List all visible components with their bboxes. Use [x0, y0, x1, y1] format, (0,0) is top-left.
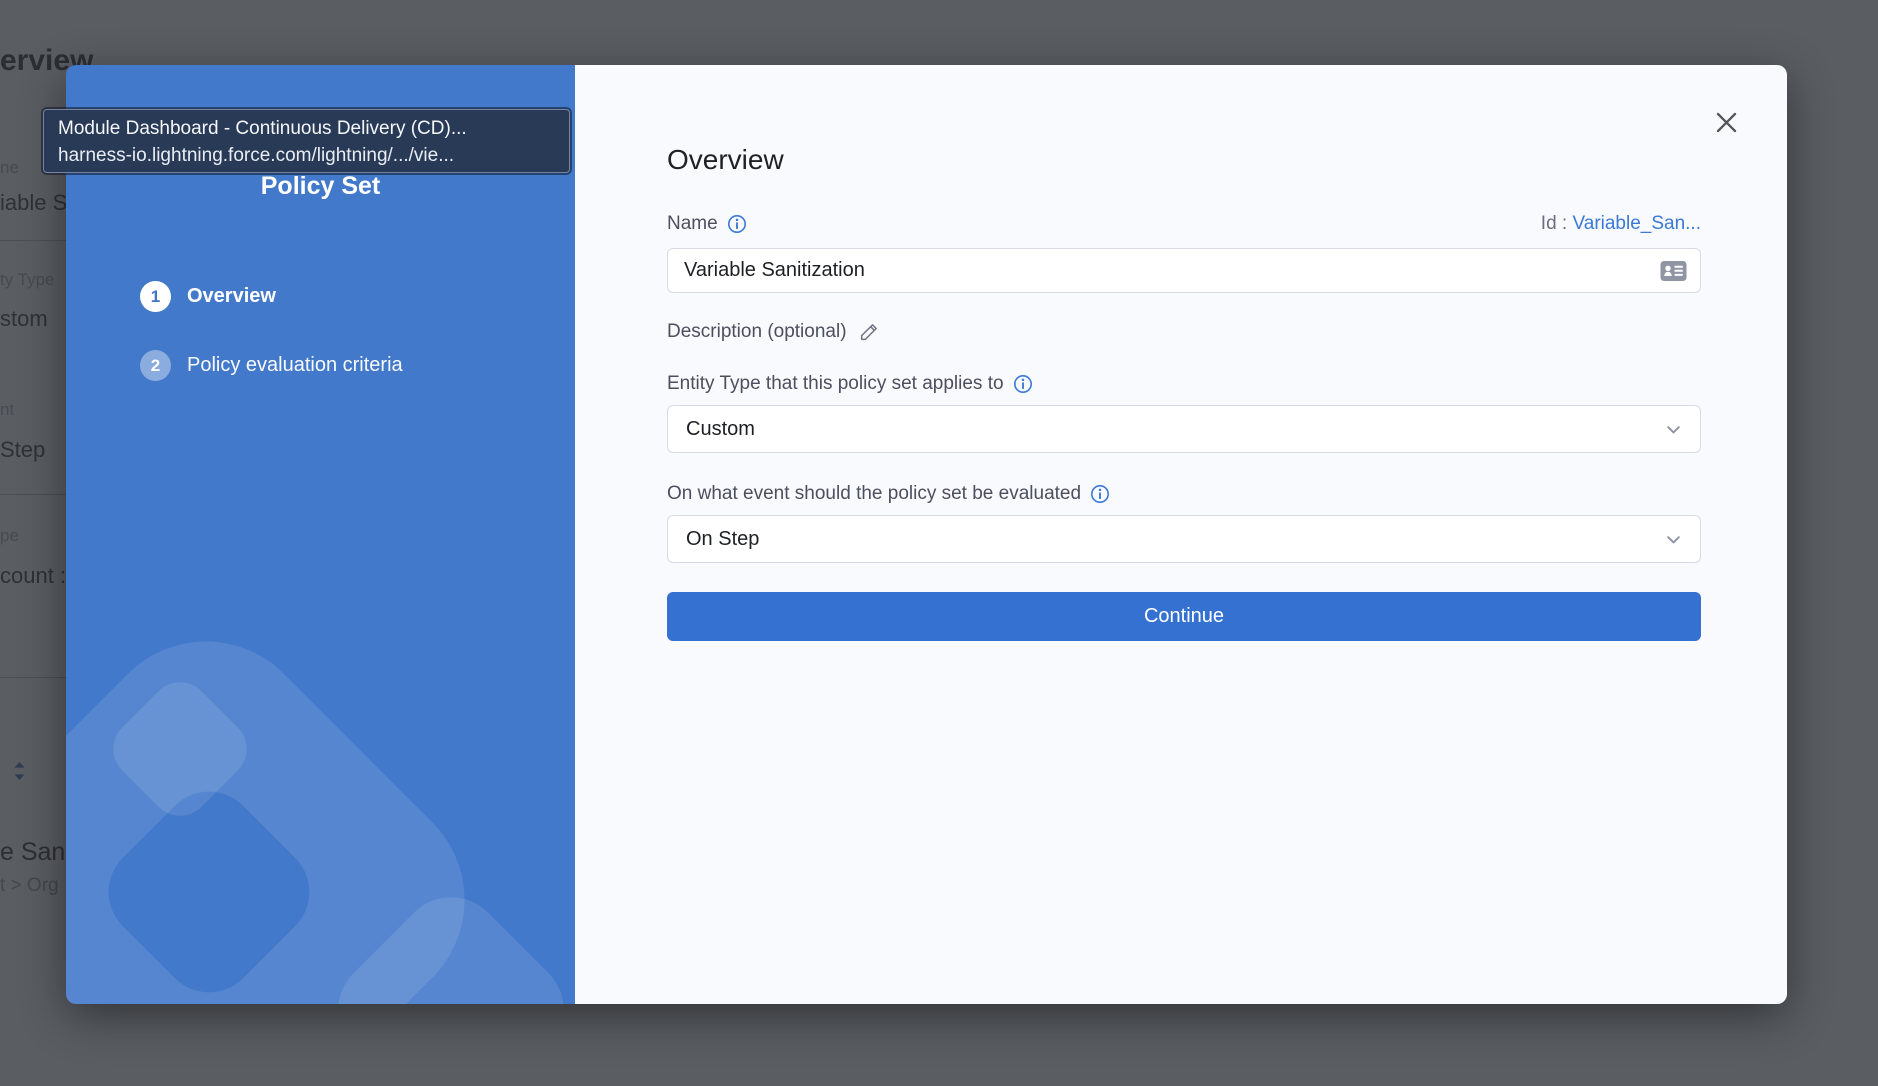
entity-id: Id : Variable_San... [1541, 213, 1701, 235]
event-select[interactable]: On Step [667, 515, 1701, 563]
pencil-icon[interactable] [858, 321, 880, 343]
chevron-down-icon [1665, 531, 1682, 548]
id-card-icon [1660, 260, 1687, 281]
background-type-label: pe [0, 526, 19, 546]
link-tooltip-url: harness-io.lightning.force.com/lightning… [58, 142, 555, 169]
wizard-step-overview[interactable]: 1 Overview [140, 281, 575, 312]
background-account-value: count : [0, 563, 66, 589]
wizard-step-policy-evaluation-criteria[interactable]: 2 Policy evaluation criteria [140, 350, 575, 381]
background-divider [0, 494, 66, 495]
continue-button[interactable]: Continue [667, 592, 1701, 641]
id-link[interactable]: Variable_San... [1572, 213, 1701, 234]
name-field-header: Name Id : Variable_San... [667, 213, 1701, 235]
background-name-label: ne [0, 158, 19, 178]
event-label: On what event should the policy set be e… [667, 483, 1081, 505]
info-icon[interactable] [1090, 484, 1110, 504]
wizard-title: Policy Set [66, 172, 575, 201]
step-number-badge: 1 [140, 281, 171, 312]
link-tooltip-title: Module Dashboard - Continuous Delivery (… [58, 115, 555, 142]
id-prefix: Id : [1541, 213, 1567, 234]
page-title: Overview [667, 144, 1701, 176]
info-icon[interactable] [1013, 374, 1033, 394]
event-value: On Step [686, 528, 759, 551]
chevron-down-icon [1665, 421, 1682, 438]
background-name-value: iable S [0, 190, 67, 216]
overview-panel: Overview Name Id : Variable_San... Descr… [575, 65, 1787, 1004]
background-divider [0, 240, 66, 241]
event-label-row: On what event should the policy set be e… [667, 483, 1701, 505]
entity-type-value: Custom [686, 418, 755, 441]
wizard-sidebar: Policy Set 1 Overview 2 Policy evaluatio… [66, 65, 575, 1004]
link-tooltip: Module Dashboard - Continuous Delivery (… [43, 109, 570, 173]
description-row: Description (optional) [667, 321, 1701, 343]
background-entity-label: ty Type [0, 270, 55, 290]
sort-icon [11, 760, 28, 787]
step-number-badge: 2 [140, 350, 171, 381]
step-label: Policy evaluation criteria [187, 354, 403, 377]
name-input[interactable] [667, 248, 1701, 293]
background-event-value: Step [0, 437, 45, 463]
background-divider [0, 677, 66, 678]
entity-type-label-row: Entity Type that this policy set applies… [667, 373, 1701, 395]
name-label: Name [667, 213, 718, 235]
entity-type-label: Entity Type that this policy set applies… [667, 373, 1004, 395]
harness-logo-watermark [66, 65, 575, 1004]
name-field-wrap [667, 248, 1701, 293]
wizard-steps: 1 Overview 2 Policy evaluation criteria [66, 281, 575, 381]
background-row-title: e Sani [0, 838, 71, 867]
description-label: Description (optional) [667, 321, 847, 343]
step-label: Overview [187, 285, 276, 308]
background-row-subtitle: t > Org [0, 875, 59, 897]
policy-set-modal: Policy Set 1 Overview 2 Policy evaluatio… [66, 65, 1787, 1004]
background-event-label: nt [0, 400, 14, 420]
close-icon[interactable] [1711, 107, 1741, 137]
info-icon[interactable] [727, 214, 747, 234]
entity-type-select[interactable]: Custom [667, 405, 1701, 453]
background-entity-value: stom [0, 306, 48, 332]
